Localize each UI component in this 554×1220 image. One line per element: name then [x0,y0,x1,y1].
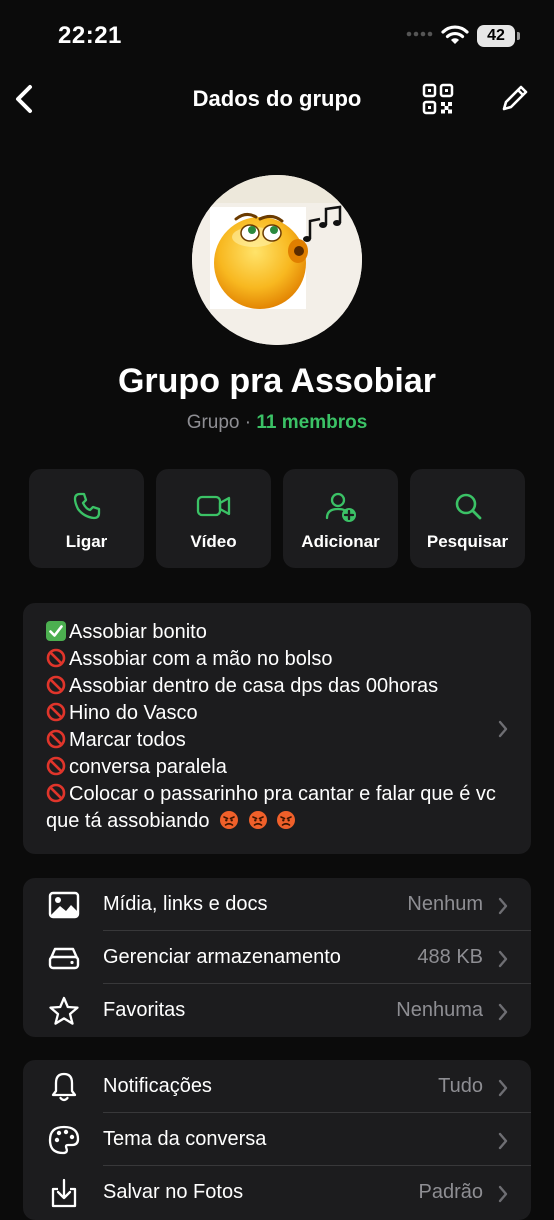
prohibited-icon [46,783,66,803]
chevron-right-icon [498,720,508,738]
phone-icon [73,492,100,520]
subtitle-separator: · [244,412,252,433]
row-value: Padrão [418,1181,484,1203]
whistling-emoji-image [192,175,362,345]
angry-face-icon [248,811,267,829]
edit-button[interactable] [500,83,530,118]
star-icon [49,996,79,1025]
row-label: Tema da conversa [103,1128,267,1150]
prohibited-icon [46,648,66,668]
group-subtitle: Grupo · 11 membros [0,412,554,434]
angry-face-icon [277,811,296,829]
description-line: conversa paralela [46,754,506,781]
row-label: Salvar no Fotos [103,1181,244,1203]
description-line: Assobiar bonito [46,619,506,646]
pencil-icon [502,85,528,111]
qr-code-button[interactable] [422,83,454,120]
qr-code-icon [422,83,454,115]
prohibited-icon [46,702,66,722]
search-icon [455,493,481,520]
search-button[interactable]: Pesquisar [410,469,525,568]
image-icon [48,891,80,919]
add-member-button[interactable]: Adicionar [283,469,398,568]
prohibited-icon [46,675,66,695]
call-button[interactable]: Ligar [29,469,144,568]
description-line: Hino do Vasco [46,700,506,727]
row-value: Nenhuma [396,999,483,1021]
video-label: Vídeo [190,532,237,551]
status-time: 22:21 [58,22,122,49]
status-bar: 22:21 42 [0,0,554,70]
row-value: 488 KB [417,946,483,968]
call-label: Ligar [65,532,108,551]
group-name: Grupo pra Assobiar [117,362,437,400]
check-mark-icon [46,621,66,641]
list-row-save-to-photos[interactable]: Salvar no Fotos Padrão [23,1166,531,1219]
list-row-favorites[interactable]: Favoritas Nenhuma [23,984,531,1037]
page-title: Dados do grupo [192,86,362,111]
battery-cap [517,32,520,40]
download-icon [51,1178,77,1208]
chevron-right-icon [498,1185,508,1203]
group-avatar[interactable] [192,175,362,345]
row-value: Tudo [438,1075,483,1097]
list-row-chat-theme[interactable]: Tema da conversa [23,1113,531,1166]
description-line: Assobiar com a mão no bolso [46,646,506,673]
description-line: Marcar todos [46,727,506,754]
row-label: Gerenciar armazenamento [103,946,341,968]
chevron-right-icon [498,1132,508,1150]
battery-indicator: 42 [477,25,515,47]
add-member-label: Adicionar [301,532,380,551]
add-person-icon [325,492,356,522]
palette-icon [48,1125,80,1155]
battery-level: 42 [487,27,505,44]
search-label: Pesquisar [426,532,509,551]
angry-face-icon [220,811,239,829]
action-buttons: Ligar Vídeo Adicionar Pesquisar [29,469,525,568]
list-row-media[interactable]: Mídia, links e docs Nenhum [23,878,531,931]
row-label: Mídia, links e docs [103,893,268,915]
description-line: Assobiar dentro de casa dps das 00horas [46,673,506,700]
prohibited-icon [46,756,66,776]
row-label: Favoritas [103,999,186,1021]
prohibited-icon [46,729,66,749]
description-text: Assobiar bonito Assobiar com a mão no bo… [46,619,506,835]
chevron-right-icon [498,1079,508,1097]
media-list: Mídia, links e docs Nenhum Gerenciar arm… [23,878,531,1037]
row-label: Notificações [103,1075,212,1097]
description-line: Colocar o passarinho pra cantar e falar … [46,783,496,832]
video-camera-icon [196,495,230,517]
video-button[interactable]: Vídeo [156,469,271,568]
group-description-card[interactable]: Assobiar bonito Assobiar com a mão no bo… [23,603,531,854]
wifi-icon [441,25,469,44]
member-count[interactable]: 11 membros [256,412,367,433]
row-value: Nenhum [407,893,483,915]
settings-list: Notificações Tudo Tema da conversa Salva… [23,1060,531,1220]
chevron-right-icon [498,950,508,968]
storage-drive-icon [48,947,80,970]
signal-dots-icon [406,31,433,37]
group-type: Grupo [186,412,240,433]
chevron-right-icon [498,1003,508,1021]
navigation-bar: Dados do grupo [0,70,554,130]
chevron-right-icon [498,897,508,915]
list-row-notifications[interactable]: Notificações Tudo [23,1060,531,1113]
bell-icon [51,1072,77,1102]
list-row-storage[interactable]: Gerenciar armazenamento 488 KB [23,931,531,984]
